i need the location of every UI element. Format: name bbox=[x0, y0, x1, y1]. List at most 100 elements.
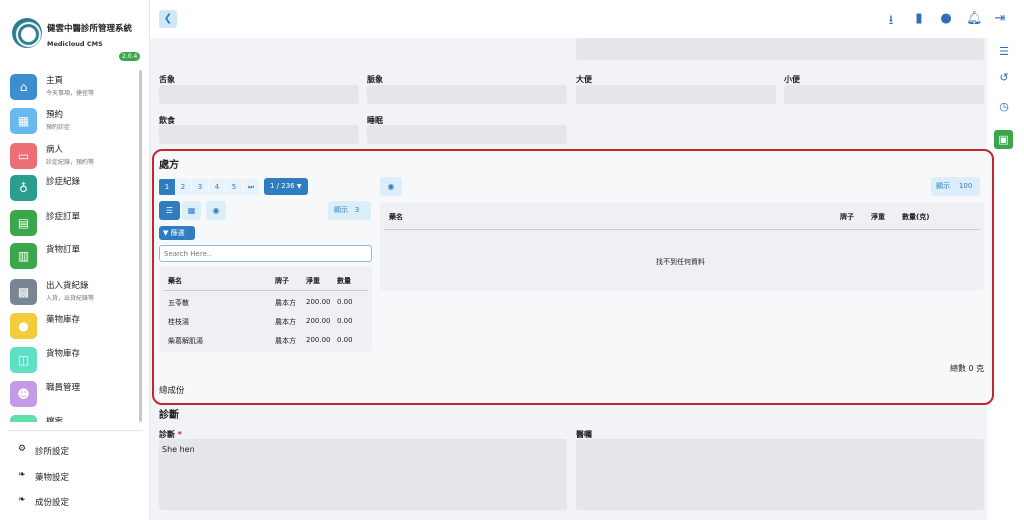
composition-label: 總成份 bbox=[159, 386, 185, 396]
clinic-settings-link[interactable]: ⚙ 診所設定 bbox=[18, 443, 138, 459]
tongue-input[interactable] bbox=[159, 85, 359, 104]
save-icon[interactable]: ▣ bbox=[994, 130, 1013, 149]
sidebar-scrollbar[interactable] bbox=[139, 70, 142, 422]
toggle-visibility-button[interactable]: ◉ bbox=[206, 201, 226, 220]
sidebar-item-label: 貨物訂單 bbox=[46, 245, 81, 255]
caret-down-icon: ▼ bbox=[296, 183, 302, 190]
download-icon[interactable]: ⭳ bbox=[883, 11, 899, 28]
grid-view-button[interactable]: ▦ bbox=[182, 201, 201, 220]
sidebar-divider bbox=[8, 430, 142, 431]
user-icon[interactable]: ● bbox=[938, 11, 954, 27]
back-button[interactable]: ❮ bbox=[159, 10, 177, 28]
cell-brand: 農本方 bbox=[275, 337, 296, 345]
show-count-value: 100 bbox=[958, 182, 973, 190]
sidebar-item-label: 主頁 bbox=[46, 76, 64, 86]
sidebar-item-desc: 預約診症 bbox=[46, 124, 71, 131]
pulse-label: 脈象 bbox=[367, 75, 383, 84]
table-row[interactable]: 五苓散 農本方 200.00 0.00 bbox=[159, 294, 372, 312]
search-input[interactable] bbox=[159, 245, 372, 262]
diagnosis-label-text: 診斷 bbox=[159, 430, 175, 439]
sidebar-item-label: 藥物庫存 bbox=[46, 315, 81, 325]
ingredient-settings-link[interactable]: ❧ 成份設定 bbox=[18, 494, 138, 510]
pulse-input[interactable] bbox=[367, 85, 567, 104]
cell-qty: 0.00 bbox=[337, 336, 353, 344]
sidebar-item-10[interactable]: ▯ 檔案 bbox=[10, 413, 135, 422]
sidebar-item-3[interactable]: ♁ 診症紀錄 bbox=[10, 173, 135, 203]
filter-icon: ▼ bbox=[163, 229, 169, 237]
page-1[interactable]: 1 bbox=[159, 179, 175, 195]
list-view-button[interactable]: ☰ bbox=[159, 201, 180, 220]
clinic-settings-label: 診所設定 bbox=[35, 447, 70, 457]
diet-input[interactable] bbox=[159, 125, 359, 144]
diagnosis-textarea[interactable]: She hen bbox=[159, 439, 567, 510]
sleep-input[interactable] bbox=[367, 125, 567, 144]
sidebar-item-7[interactable]: ● 藥物庫存 bbox=[10, 311, 135, 341]
app-title: 健雲中醫診所管理系統 bbox=[47, 24, 133, 34]
table-row[interactable]: 柴葛解肌湯 農本方 200.00 0.00 bbox=[159, 332, 372, 350]
order-icon: ▥ bbox=[10, 243, 37, 269]
sidebar-item-label: 診症紀錄 bbox=[46, 177, 81, 187]
page-5[interactable]: 5 bbox=[226, 179, 242, 195]
empty-message: 找不到任何資料 bbox=[656, 258, 705, 266]
stethoscope-icon: ♁ bbox=[10, 175, 37, 201]
home-icon: ⌂ bbox=[10, 74, 37, 100]
stool-input[interactable] bbox=[576, 85, 776, 104]
page-3[interactable]: 3 bbox=[192, 179, 208, 195]
clipboard-icon[interactable]: ▮ bbox=[911, 11, 927, 27]
list-icon: ☰ bbox=[165, 206, 174, 215]
app-logo bbox=[12, 18, 42, 48]
advice-textarea[interactable] bbox=[576, 439, 984, 510]
sidebar-item-1[interactable]: ▦ 預約 預約診症 bbox=[10, 106, 135, 136]
page-2[interactable]: 2 bbox=[175, 179, 191, 195]
sidebar-item-8[interactable]: ◫ 貨物庫存 bbox=[10, 345, 135, 375]
cell-brand: 農本方 bbox=[275, 318, 296, 326]
page-4[interactable]: 4 bbox=[209, 179, 225, 195]
table-row[interactable]: 桂枝湯 農本方 200.00 0.00 bbox=[159, 313, 372, 331]
show-count-left[interactable]: 顯示 3 bbox=[328, 201, 371, 220]
medicine-settings-label: 藥物設定 bbox=[35, 473, 70, 483]
page-select[interactable]: 1 / 236 ▼ bbox=[264, 178, 308, 195]
menu-icon[interactable]: ☰ bbox=[995, 45, 1013, 63]
medicine-settings-link[interactable]: ❧ 藥物設定 bbox=[18, 469, 138, 485]
textarea-partial[interactable] bbox=[576, 38, 984, 60]
sidebar-item-5[interactable]: ▥ 貨物訂單 bbox=[10, 241, 135, 271]
logout-icon[interactable]: ⇥ bbox=[992, 11, 1008, 27]
pills-icon: ● bbox=[10, 313, 37, 339]
show-count-right[interactable]: 顯示 100 bbox=[931, 177, 980, 196]
urine-label: 小便 bbox=[784, 75, 800, 84]
sidebar-item-9[interactable]: ☻ 職員管理 bbox=[10, 379, 135, 409]
sidebar: 健雲中醫診所管理系統 Medicloud CMS 2.0.4 ⌂ 主頁 今天事項，捷… bbox=[0, 0, 150, 520]
urine-input[interactable] bbox=[784, 85, 984, 104]
clock-icon[interactable]: ◷ bbox=[995, 100, 1013, 118]
prescription-title: 處方 bbox=[159, 160, 179, 171]
diagnosis-section-title: 診斷 bbox=[159, 410, 179, 421]
preview-button[interactable]: ◉ bbox=[380, 177, 402, 196]
sidebar-item-2[interactable]: ▭ 病人 診症紀錄，預約等 bbox=[10, 141, 135, 171]
filter-label: 篩選 bbox=[170, 229, 185, 237]
cell-weight: 200.00 bbox=[306, 298, 331, 306]
col-qty: 數量 bbox=[337, 277, 351, 285]
cell-weight: 200.00 bbox=[306, 336, 331, 344]
sidebar-item-label: 貨物庫存 bbox=[46, 349, 81, 359]
sidebar-item-6[interactable]: ▩ 出入貨紀錄 入貨，出貨紀錄等 bbox=[10, 277, 135, 307]
sidebar-item-0[interactable]: ⌂ 主頁今天事項，捷徑等 bbox=[10, 72, 135, 102]
history-icon[interactable]: ↺ bbox=[995, 71, 1013, 89]
bed-icon: ▭ bbox=[10, 143, 37, 169]
document-icon: ▤ bbox=[10, 210, 37, 236]
filter-button[interactable]: ▼ 篩選 bbox=[159, 226, 195, 240]
show-label: 顯示 bbox=[334, 206, 348, 214]
col-weight: 淨重 bbox=[306, 277, 320, 285]
col-name: 藥名 bbox=[168, 277, 182, 285]
sidebar-item-desc: 今天事項，捷徑等 bbox=[46, 90, 95, 97]
sidebar-item-4[interactable]: ▤ 診症訂單 bbox=[10, 208, 135, 238]
tongue-label: 舌象 bbox=[159, 75, 175, 84]
staff-icon: ☻ bbox=[10, 381, 37, 407]
bell-icon[interactable]: 🔔︎ bbox=[966, 11, 983, 27]
col-brand: 牌子 bbox=[840, 213, 854, 221]
cell-qty: 0.00 bbox=[337, 317, 353, 325]
total-weight: 總數 0 克 bbox=[950, 364, 985, 373]
sidebar-item-desc: 入貨，出貨紀錄等 bbox=[46, 295, 95, 302]
col-brand: 牌子 bbox=[275, 277, 289, 285]
page-indicator: 1 / 236 bbox=[270, 182, 295, 190]
last-page-icon[interactable]: ⏭ bbox=[243, 179, 259, 195]
